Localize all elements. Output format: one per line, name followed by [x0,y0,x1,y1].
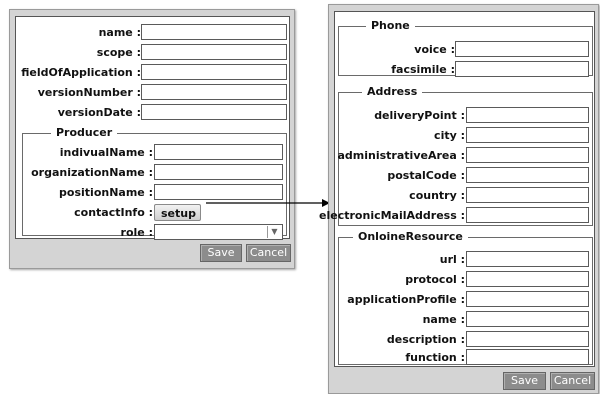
role-label: role : [120,226,153,239]
description-row: description : [335,331,596,348]
electronic-mail-address-input[interactable] [466,207,589,223]
right-save-button[interactable]: Save [503,372,546,390]
field-of-application-input[interactable] [141,64,287,80]
field-of-application-label: fieldOfApplication : [21,66,141,79]
version-number-row: versionNumber : [16,84,291,101]
protocol-row: protocol : [335,271,596,288]
indivual-name-label: indivualName : [59,146,153,159]
city-row: city : [335,127,596,144]
name-input[interactable] [141,24,287,40]
version-number-input[interactable] [141,84,287,100]
voice-input[interactable] [455,41,589,57]
position-name-input[interactable] [154,184,283,200]
left-save-button[interactable]: Save [200,244,242,262]
url-label: url : [439,253,465,266]
description-label: description : [386,333,465,346]
country-row: country : [335,187,596,204]
indivual-name-input[interactable] [154,144,283,160]
indivual-name-row: indivualName : [16,144,291,161]
administrative-area-label: administrativeArea : [337,149,466,162]
resource-name-input[interactable] [466,311,589,327]
role-row: role : ▼ [16,224,291,241]
function-row: function : [335,349,596,366]
organization-name-input[interactable] [154,164,283,180]
contact-form: Phone voice : facsimile : Address delive… [319,11,596,367]
contact-dialog: Phone voice : facsimile : Address delive… [319,4,599,394]
electronic-mail-address-label: electronicMailAddress : [319,209,465,222]
facsimile-label: facsimile : [391,63,455,76]
role-select[interactable]: ▼ [154,224,283,240]
facsimile-row: facsimile : [335,61,596,78]
organization-name-label: organizationName : [31,166,153,179]
version-number-label: versionNumber : [37,86,141,99]
metadata-dialog: name : scope : fieldOfApplication : vers… [9,9,295,269]
scope-label: scope : [96,46,141,59]
producer-legend: Producer [51,125,118,141]
address-legend: Address [362,84,423,100]
resource-name-label: name : [422,313,465,326]
protocol-input[interactable] [466,271,589,287]
version-date-label: versionDate : [57,106,141,119]
resource-name-row: name : [335,311,596,328]
right-cancel-button[interactable]: Cancel [550,372,595,390]
administrative-area-row: administrativeArea : [335,147,596,164]
country-input[interactable] [466,187,589,203]
name-label: name : [98,26,141,39]
name-row: name : [16,24,291,41]
delivery-point-label: deliveryPoint : [374,109,465,122]
left-cancel-button[interactable]: Cancel [246,244,291,262]
position-name-label: positionName : [59,186,153,199]
description-input[interactable] [466,331,589,347]
version-date-input[interactable] [141,104,287,120]
function-input[interactable] [466,349,589,365]
function-label: function : [405,351,465,364]
delivery-point-row: deliveryPoint : [335,107,596,124]
metadata-form: name : scope : fieldOfApplication : vers… [15,16,291,241]
postal-code-input[interactable] [466,167,589,183]
field-of-application-row: fieldOfApplication : [16,64,291,81]
version-date-row: versionDate : [16,104,291,121]
city-label: city : [434,129,465,142]
electronic-mail-address-row: electronicMailAddress : [319,207,596,224]
setup-button[interactable]: setup [154,204,201,221]
administrative-area-input[interactable] [466,147,589,163]
scope-input[interactable] [141,44,287,60]
application-profile-label: applicationProfile : [347,293,465,306]
voice-row: voice : [335,41,596,58]
facsimile-input[interactable] [455,61,589,77]
application-profile-row: applicationProfile : [335,291,596,308]
contact-info-label: contactInfo : [74,206,153,219]
url-row: url : [335,251,596,268]
application-profile-input[interactable] [466,291,589,307]
contact-info-row: contactInfo : setup [16,204,291,221]
position-name-row: positionName : [16,184,291,201]
chevron-down-icon[interactable]: ▼ [267,226,281,238]
postal-code-row: postalCode : [335,167,596,184]
protocol-label: protocol : [405,273,465,286]
online-resource-legend: OnloineResource [353,229,468,245]
url-input[interactable] [466,251,589,267]
country-label: country : [409,189,465,202]
delivery-point-input[interactable] [466,107,589,123]
organization-name-row: organizationName : [16,164,291,181]
scope-row: scope : [16,44,291,61]
city-input[interactable] [466,127,589,143]
voice-label: voice : [414,43,455,56]
postal-code-label: postalCode : [387,169,465,182]
phone-legend: Phone [366,18,415,34]
